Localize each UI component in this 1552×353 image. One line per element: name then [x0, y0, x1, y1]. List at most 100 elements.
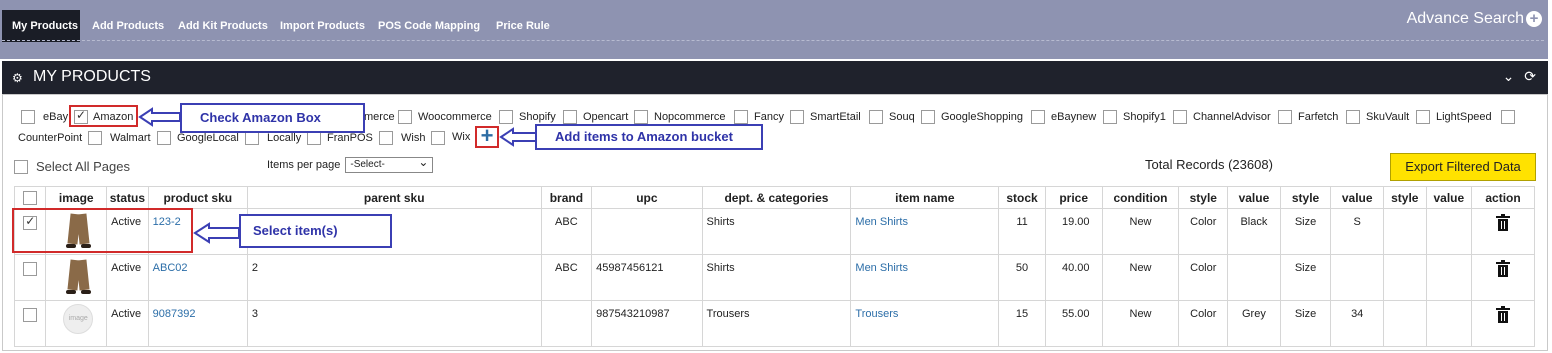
column-header[interactable]: image — [45, 186, 108, 209]
header-controls: ⌄ ⟳ — [1503, 68, 1536, 85]
sku-link[interactable]: 9087392 — [153, 308, 196, 320]
sku-link[interactable]: ABC02 — [153, 262, 188, 274]
channel-checkbox[interactable] — [1103, 110, 1117, 124]
channel-wish[interactable]: Wish — [401, 131, 446, 145]
channel-checkbox[interactable] — [378, 131, 393, 145]
channel-partial-merce[interactable]: merce — [364, 111, 395, 123]
channel-smartetail[interactable]: SmartEtail — [790, 110, 861, 124]
column-header[interactable]: price — [1044, 186, 1103, 209]
column-header[interactable]: stock — [998, 186, 1046, 209]
row-checkbox[interactable] — [23, 308, 38, 322]
column-header[interactable]: value — [1425, 186, 1473, 209]
delete-trash-icon[interactable] — [1496, 214, 1511, 231]
channel-googlelocal[interactable]: GoogleLocal — [177, 131, 259, 145]
channel-checkbox[interactable] — [398, 110, 412, 124]
channel-checkbox[interactable] — [734, 110, 748, 124]
column-header[interactable]: upc — [591, 186, 703, 209]
channel-souq[interactable]: Souq — [869, 110, 915, 124]
channel-ebay[interactable]: eBay — [21, 110, 68, 124]
channel-locally[interactable]: Locally — [267, 131, 322, 145]
channel-checkbox[interactable] — [244, 131, 259, 145]
add-to-bucket-button[interactable]: + — [475, 125, 499, 148]
column-header[interactable]: dept. & categories — [701, 186, 852, 209]
tab-add-kit-products[interactable]: Add Kit Products — [178, 10, 268, 42]
collapse-chevron-icon[interactable]: ⌄ — [1503, 68, 1515, 84]
channel-channeladvisor[interactable]: ChannelAdvisor — [1173, 110, 1271, 124]
row-checkbox[interactable] — [23, 262, 38, 276]
channel-googleshopping[interactable]: GoogleShopping — [921, 110, 1023, 124]
channel-checkbox[interactable] — [88, 131, 103, 145]
channel-wix[interactable]: Wix — [452, 131, 470, 143]
column-header[interactable]: status — [106, 186, 149, 209]
channel-nopcommerce[interactable]: Nopcommerce — [634, 110, 726, 124]
select-all-pages[interactable]: Select All Pages — [14, 159, 130, 174]
channel-woocommerce[interactable]: Woocommerce — [398, 110, 492, 124]
column-header[interactable]: brand — [540, 186, 593, 209]
column-header[interactable]: value — [1330, 186, 1385, 209]
channel-checkbox[interactable] — [1278, 110, 1292, 124]
item-name-link[interactable]: Trousers — [855, 308, 898, 320]
channel-checkbox[interactable] — [790, 110, 804, 124]
products-table: image status product sku parent sku bran… — [13, 186, 1535, 347]
tab-price-rule[interactable]: Price Rule — [496, 10, 550, 42]
channel-checkbox[interactable] — [921, 110, 935, 124]
column-header[interactable]: style — [1383, 186, 1427, 209]
column-header[interactable]: condition — [1101, 186, 1180, 209]
channel-opencart[interactable]: Opencart — [563, 110, 628, 124]
channel-label: FranPOS — [327, 131, 373, 144]
channel-checkbox[interactable] — [1173, 110, 1187, 124]
channel-franpos[interactable]: FranPOS — [327, 131, 393, 145]
delete-trash-icon[interactable] — [1496, 260, 1511, 277]
column-header[interactable]: item name — [850, 186, 1000, 209]
channel-checkbox[interactable] — [21, 110, 35, 124]
product-thumbnail[interactable]: image — [60, 304, 96, 340]
refresh-icon[interactable]: ⟳ — [1524, 68, 1536, 84]
column-header[interactable]: product sku — [147, 186, 248, 209]
action-cell — [1471, 254, 1535, 301]
channel-fancy[interactable]: Fancy — [734, 110, 784, 124]
channel-checkbox[interactable] — [869, 110, 883, 124]
channel-walmart[interactable]: Walmart — [110, 131, 171, 145]
delete-trash-icon[interactable] — [1496, 306, 1511, 323]
callout-text: Select item(s) — [253, 223, 338, 238]
export-filtered-button[interactable]: Export Filtered Data — [1390, 153, 1536, 181]
column-header[interactable]: parent sku — [246, 186, 542, 209]
channel-shopify1[interactable]: Shopify1 — [1103, 110, 1166, 124]
style-cell: Size — [1279, 254, 1332, 301]
tab-my-products[interactable]: My Products — [2, 10, 80, 42]
tab-import-products[interactable]: Import Products — [280, 10, 365, 42]
advance-search-link[interactable]: Advance Search + — [1407, 10, 1542, 28]
channel-checkbox[interactable] — [499, 110, 513, 124]
channel-checkbox[interactable] — [1346, 110, 1360, 124]
channel-checkbox[interactable] — [1031, 110, 1045, 124]
channel-checkbox[interactable] — [1416, 110, 1430, 124]
channel-checkbox[interactable] — [431, 131, 446, 145]
items-per-page-label: Items per page — [267, 159, 341, 171]
channel-checkbox[interactable] — [563, 110, 577, 124]
channel-counterpoint[interactable]: CounterPoint — [18, 131, 103, 145]
channel-checkbox[interactable] — [634, 110, 648, 124]
channel-checkbox[interactable] — [1500, 110, 1515, 124]
column-header[interactable]: style — [1279, 186, 1332, 209]
tab-pos-code-mapping[interactable]: POS Code Mapping — [378, 10, 480, 42]
channel-checkbox[interactable] — [307, 131, 322, 145]
column-header[interactable]: style — [1178, 186, 1229, 209]
sku-cell: 9087392 — [147, 300, 248, 347]
item-name-link[interactable]: Men Shirts — [855, 262, 908, 274]
items-per-page-select[interactable]: -Select- — [345, 155, 434, 173]
column-header[interactable]: value — [1227, 186, 1281, 209]
channel-skuvault[interactable]: SkuVault — [1346, 110, 1409, 124]
select-all-checkbox[interactable] — [14, 159, 28, 174]
channel-shopify[interactable]: Shopify — [499, 110, 556, 124]
item-name-link[interactable]: Men Shirts — [855, 216, 908, 228]
style-cell — [1383, 300, 1427, 347]
channel-farfetch[interactable]: Farfetch — [1278, 110, 1338, 124]
channel-ebaynew[interactable]: eBaynew — [1031, 110, 1096, 124]
product-thumbnail[interactable] — [60, 258, 96, 294]
channel-label: Woocommerce — [418, 110, 492, 123]
channel-checkbox[interactable] — [156, 131, 171, 145]
tab-add-products[interactable]: Add Products — [92, 10, 164, 42]
total-records: Total Records (23608) — [1145, 157, 1273, 172]
header-checkbox[interactable] — [23, 190, 38, 205]
channel-lightspeed[interactable]: LightSpeed — [1416, 110, 1515, 124]
